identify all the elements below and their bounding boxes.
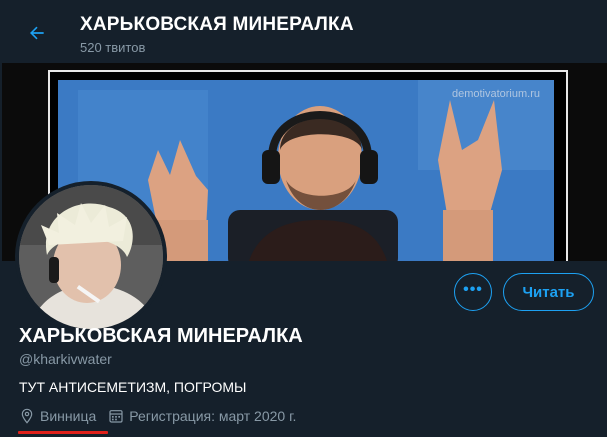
location-item: Винница — [19, 408, 96, 424]
follow-button[interactable]: Читать — [503, 273, 594, 311]
bio: ТУТ АНТИСЕМЕТИЗМ, ПОГРОМЫ — [19, 379, 247, 395]
location-text: Винница — [40, 408, 97, 424]
header-title: ХАРЬКОВСКАЯ МИНЕРАЛКА — [80, 14, 354, 35]
calendar-icon — [109, 410, 123, 423]
location-highlight-underline — [18, 431, 108, 434]
profile-header: ХАРЬКОВСКАЯ МИНЕРАЛКА 520 твитов — [0, 0, 607, 63]
banner-watermark: demotivatorium.ru — [451, 88, 540, 100]
avatar-photo — [19, 185, 163, 329]
location-pin-icon — [21, 408, 33, 424]
display-name: ХАРЬКОВСКАЯ МИНЕРАЛКА — [19, 325, 303, 347]
more-options-button[interactable]: ••• — [454, 273, 492, 311]
back-button[interactable] — [20, 16, 54, 50]
joined-date: Регистрация: март 2020 г. — [129, 408, 297, 424]
tweet-count: 520 твитов — [80, 40, 146, 55]
more-icon: ••• — [463, 281, 483, 298]
joined-item: Регистрация: март 2020 г. — [108, 408, 296, 424]
profile-meta-row: Винница Регистрация: март 2020 г. — [19, 405, 308, 427]
user-handle: @kharkivwater — [19, 351, 112, 367]
arrow-left-icon — [30, 26, 44, 40]
avatar[interactable] — [15, 181, 167, 333]
